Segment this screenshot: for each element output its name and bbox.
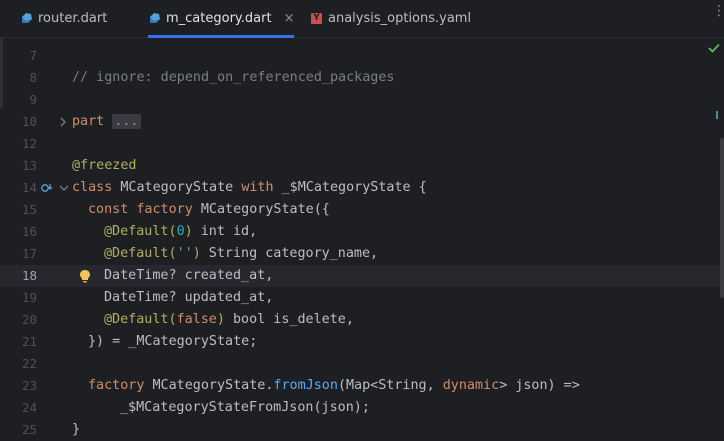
code-text: @Default(0) int id, [104, 224, 258, 239]
code-line: 14 class MCategoryState with _$MCategory… [0, 177, 724, 199]
line-number: 20 [21, 312, 37, 327]
code-text: @freezed [72, 158, 137, 173]
code-line: 20 @Default(false) bool is_delete, [0, 309, 724, 331]
editor-tab-bar: router.dart m_category.dart × Y analysis… [0, 0, 724, 38]
line-number: 14 [21, 180, 37, 195]
code-text: DateTime? created_at, [104, 268, 274, 283]
code-line-current: 18 DateTime? created_at, [0, 265, 724, 287]
line-number: 16 [21, 224, 37, 239]
line-number: 25 [21, 422, 37, 437]
dart-file-icon [150, 12, 160, 23]
line-number: 8 [29, 70, 37, 85]
code-line: 22 [0, 353, 724, 375]
code-line: 12 [0, 133, 724, 155]
line-number: 23 [21, 378, 37, 393]
line-number: 21 [21, 334, 37, 349]
code-line: 7 [0, 45, 724, 67]
vertical-scrollbar[interactable] [720, 138, 724, 298]
line-number: 17 [21, 246, 37, 261]
close-tab-icon[interactable]: × [284, 11, 295, 26]
tab-label: router.dart [38, 11, 108, 26]
line-number: 9 [29, 92, 37, 107]
line-number: 13 [21, 158, 37, 173]
code-line: 15 const factory MCategoryState({ [0, 199, 724, 221]
yaml-file-icon: Y [311, 13, 322, 24]
line-number: 15 [21, 202, 37, 217]
line-number: 19 [21, 290, 37, 305]
code-text: DateTime? updated_at, [104, 290, 274, 305]
code-text: part ... [72, 114, 141, 129]
tab-label: m_category.dart [166, 11, 272, 26]
tab-analysis-options-yaml[interactable]: Y analysis_options.yaml [311, 0, 471, 37]
implemented-icon[interactable] [40, 177, 54, 199]
code-text: factory MCategoryState.fromJson(Map<Stri… [88, 378, 580, 393]
code-line: 10 part ... [0, 111, 724, 133]
code-text: // ignore: depend_on_referenced_packages [72, 67, 394, 89]
tab-m-category-dart[interactable]: m_category.dart × [148, 0, 295, 38]
code-line: 13 @freezed [0, 155, 724, 177]
dart-file-icon [22, 12, 32, 23]
code-line: 19 DateTime? updated_at, [0, 287, 724, 309]
lightbulb-icon[interactable] [79, 265, 91, 287]
code-text: class MCategoryState with _$MCategorySta… [72, 180, 427, 195]
code-line: 16 @Default(0) int id, [0, 221, 724, 243]
line-number: 24 [21, 400, 37, 415]
folded-region[interactable]: ... [112, 114, 141, 129]
no-problems-check-icon[interactable] [708, 43, 720, 53]
line-number: 10 [21, 114, 37, 129]
code-text: const factory MCategoryState({ [88, 202, 330, 217]
code-text: }) = _MCategoryState; [88, 334, 258, 349]
code-line: 21 }) = _MCategoryState; [0, 331, 724, 353]
fold-expand-icon[interactable] [59, 111, 67, 133]
code-line: 25 } [0, 419, 724, 441]
comment: // ignore: depend_on_referenced_packages [72, 70, 395, 85]
scroll-marker [716, 111, 718, 119]
code-line: 23 factory MCategoryState.fromJson(Map<S… [0, 375, 724, 397]
fold-collapse-icon[interactable] [59, 177, 69, 199]
line-number: 18 [21, 268, 37, 283]
code-text: @Default('') String category_name, [104, 246, 379, 261]
line-number: 12 [21, 136, 37, 151]
tab-router-dart[interactable]: router.dart [20, 0, 107, 37]
tab-menu-icon[interactable]: ⋮ [712, 4, 724, 18]
code-text: _$MCategoryStateFromJson(json); [120, 400, 370, 415]
line-number: 22 [21, 356, 37, 371]
code-line: 24 _$MCategoryStateFromJson(json); [0, 397, 724, 419]
code-text: } [72, 422, 81, 437]
code-editor[interactable]: 7 8 // ignore: depend_on_referenced_pack… [0, 38, 724, 437]
tab-label: analysis_options.yaml [328, 11, 472, 26]
code-line: 9 [0, 89, 724, 111]
code-line: 17 @Default('') String category_name, [0, 243, 724, 265]
line-number: 7 [29, 48, 37, 63]
code-line: 8 // ignore: depend_on_referenced_packag… [0, 67, 724, 89]
code-text: @Default(false) bool is_delete, [104, 312, 354, 327]
